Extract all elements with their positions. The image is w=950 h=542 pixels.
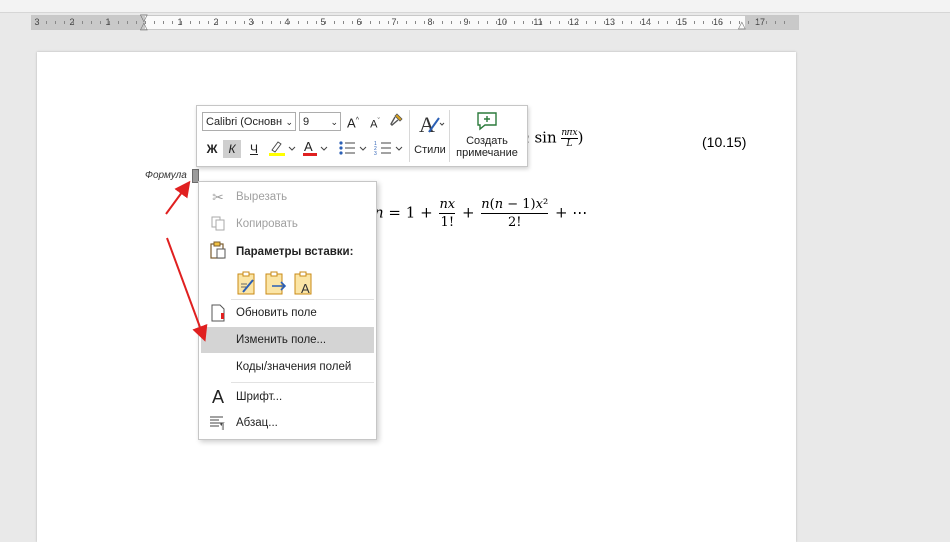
annotation-arrow-to-edit-field xyxy=(166,237,208,342)
annotation-arrows xyxy=(165,180,208,342)
annotation-arrow-to-field xyxy=(165,180,191,215)
